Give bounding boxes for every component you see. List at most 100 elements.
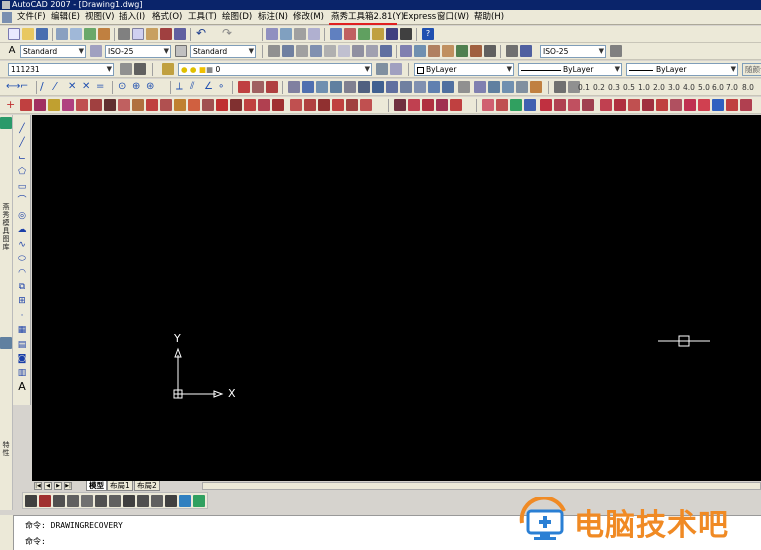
copy-tool-icon[interactable] [344, 81, 356, 93]
menu-format[interactable]: 格式(O) [151, 10, 183, 25]
document-menu-icon[interactable] [2, 12, 12, 23]
plot-style-select[interactable]: 随颜色 [742, 63, 761, 76]
bottom-tool-7-icon[interactable] [109, 495, 121, 507]
tool-red-30-icon[interactable] [628, 99, 640, 111]
tool-blue-2-icon[interactable] [712, 99, 724, 111]
magnet-icon[interactable] [266, 81, 278, 93]
menu-insert[interactable]: 插入(I) [118, 10, 146, 25]
tool-red-9-icon[interactable] [202, 99, 214, 111]
tool-palettes-icon[interactable] [358, 28, 370, 40]
pedit-icon[interactable] [530, 81, 542, 93]
center-mark-icon[interactable] [442, 45, 454, 57]
tool-dark-4-icon[interactable] [394, 99, 406, 111]
rectangle-icon[interactable] [458, 81, 470, 93]
properties-panel-label[interactable]: 特性 [1, 441, 11, 457]
tool-red-3-icon[interactable] [76, 99, 88, 111]
tool-blue-1-icon[interactable] [524, 99, 536, 111]
tool-red-27-icon[interactable] [582, 99, 594, 111]
next-tab-button[interactable]: ▶ [54, 482, 62, 490]
lineweight-0-5[interactable]: 0.5 [623, 81, 635, 94]
mold-library-label[interactable]: 燕秀模具图库 [1, 203, 11, 251]
tool-red-36-icon[interactable] [726, 99, 738, 111]
erase-icon[interactable] [252, 81, 264, 93]
text-style-icon[interactable]: A [6, 45, 18, 57]
dim-style-icon[interactable] [90, 45, 102, 57]
lineweight-6-0[interactable]: 6.0 [712, 81, 724, 94]
lineweight-5-0[interactable]: 5.0 [698, 81, 710, 94]
tool-red-1-icon[interactable] [20, 99, 32, 111]
menu-tools[interactable]: 工具(T) [187, 10, 218, 25]
cut-icon[interactable] [118, 28, 130, 40]
tool-red-16-icon[interactable] [332, 99, 344, 111]
insert-block-icon[interactable]: ⧉ [16, 281, 28, 293]
plot-preview-icon[interactable] [70, 28, 82, 40]
tool-red-20-icon[interactable] [422, 99, 434, 111]
help-icon[interactable]: ? [422, 28, 434, 40]
tool-red-15-icon[interactable] [304, 99, 316, 111]
tool-yellow-icon[interactable] [48, 99, 60, 111]
construction-line-icon[interactable]: / [40, 81, 52, 93]
mleader-align-icon[interactable] [520, 45, 532, 57]
lineweight-8-0[interactable]: 8.0 [742, 81, 754, 94]
chamfer-icon[interactable] [502, 81, 514, 93]
mleader-style-icon[interactable] [610, 45, 622, 57]
zoom-window-icon[interactable] [294, 28, 306, 40]
move-icon[interactable] [372, 81, 384, 93]
bottom-tool-11-icon[interactable] [165, 495, 177, 507]
tab-model[interactable]: 模型 [86, 481, 107, 491]
sheet-set-icon[interactable] [372, 28, 384, 40]
pan-icon[interactable] [266, 28, 278, 40]
region-icon[interactable]: ◙ [16, 353, 28, 365]
multiline-text-icon[interactable]: A [16, 381, 28, 393]
tool-dark-1-icon[interactable] [104, 99, 116, 111]
bottom-tool-10-icon[interactable] [151, 495, 163, 507]
tool-red-31-icon[interactable] [642, 99, 654, 111]
named-view-select[interactable]: 111231 ▼ [8, 63, 114, 76]
tool-red-18-icon[interactable] [360, 99, 372, 111]
bottom-tool-1-icon[interactable] [25, 495, 37, 507]
color-select[interactable]: ByLayer ▼ [414, 63, 514, 76]
undo-icon[interactable]: ↶ [196, 27, 208, 40]
open-icon[interactable] [22, 28, 34, 40]
layer-manager-icon[interactable] [162, 63, 174, 75]
polygon-tool-icon[interactable]: ⊕ [132, 81, 144, 93]
tab-layout2[interactable]: 布局2 [134, 481, 160, 491]
line-icon[interactable]: ╱ [16, 123, 28, 135]
menu-view[interactable]: 视图(V) [84, 10, 115, 25]
drawing-canvas[interactable]: Y X [32, 115, 761, 481]
tab-layout1[interactable]: 布局1 [107, 481, 133, 491]
box-icon[interactable] [474, 81, 486, 93]
view-manager-icon[interactable] [120, 63, 132, 75]
menu-dimension[interactable]: 标注(N) [257, 10, 289, 25]
fillet-icon[interactable] [516, 81, 528, 93]
text-style-select[interactable]: Standard ▼ [20, 45, 86, 58]
mirror-icon[interactable] [330, 81, 342, 93]
lineweight-0-2[interactable]: 0.2 [593, 81, 605, 94]
tool-red-6-icon[interactable] [146, 99, 158, 111]
continue-icon[interactable] [414, 45, 426, 57]
centerline-icon[interactable]: ⟂ [176, 81, 188, 93]
camera-icon[interactable] [134, 63, 146, 75]
array-rect-icon[interactable] [358, 81, 370, 93]
polyline-icon[interactable]: ⌙ [16, 152, 28, 164]
make-block-icon[interactable]: ⊞ [16, 295, 28, 307]
tool-red-33-icon[interactable] [670, 99, 682, 111]
center-circle-icon[interactable]: ⊛ [146, 81, 158, 93]
match-properties-icon[interactable] [160, 28, 172, 40]
tool-red-2-icon[interactable] [34, 99, 46, 111]
bottom-tool-9-icon[interactable] [137, 495, 149, 507]
tool-red-28-icon[interactable] [600, 99, 612, 111]
cross-icon[interactable]: ✕ [68, 81, 80, 93]
lineweight-3-0[interactable]: 3.0 [668, 81, 680, 94]
baseline-icon[interactable] [400, 45, 412, 57]
tolerance-icon[interactable] [428, 45, 440, 57]
lineweight-icon[interactable] [554, 81, 566, 93]
menu-window[interactable]: 窗口(W) [436, 10, 470, 25]
menu-draw[interactable]: 绘图(D) [221, 10, 253, 25]
tool-red-12-icon[interactable] [258, 99, 270, 111]
block-editor-icon[interactable] [174, 28, 186, 40]
polygon-icon[interactable]: ⬠ [16, 166, 28, 178]
dim-edit-icon[interactable] [456, 45, 468, 57]
redo-icon[interactable]: ↷ [222, 27, 234, 40]
lineweight-7-0[interactable]: 7.0 [726, 81, 738, 94]
